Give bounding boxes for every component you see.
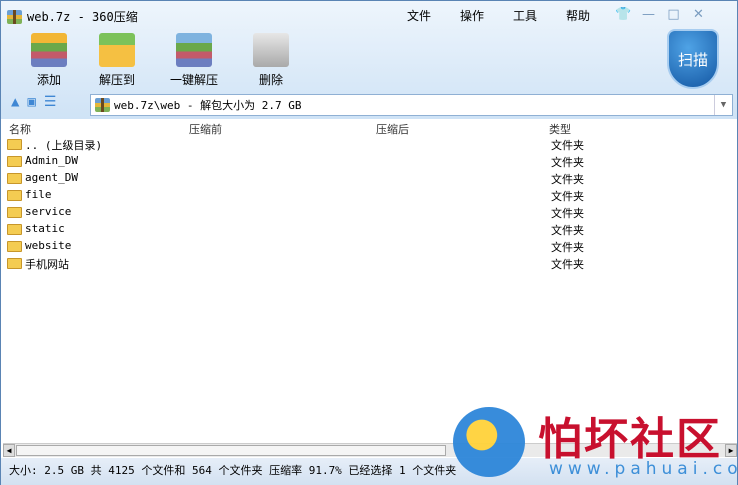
- list-item[interactable]: service 文件夹: [1, 204, 737, 221]
- item-name: .. (上级目录): [25, 139, 103, 152]
- menu-file[interactable]: 文件: [407, 7, 431, 24]
- file-list: .. (上级目录) 文件夹 Admin_DW 文件夹 agent_DW 文件夹 fil…: [1, 136, 737, 272]
- header-area: web.7z - 360压缩 文件 操作 工具 帮助 👕 — □ ✕ 添加 解压…: [1, 1, 737, 119]
- status-text: 大小: 2.5 GB 共 4125 个文件和 564 个文件夹 压缩率 91.7…: [9, 464, 457, 477]
- col-before[interactable]: 压缩前: [189, 121, 222, 137]
- col-after[interactable]: 压缩后: [376, 121, 409, 137]
- item-type: 文件夹: [551, 224, 584, 237]
- scan-label: 扫描: [677, 50, 708, 69]
- column-header: 名称 压缩前 压缩后 类型: [1, 120, 737, 136]
- item-type: 文件夹: [551, 156, 584, 169]
- horizontal-scrollbar[interactable]: ◀ ▶: [3, 443, 737, 457]
- col-name[interactable]: 名称: [9, 121, 31, 137]
- one-click-extract-icon: [176, 33, 212, 67]
- item-name: service: [25, 205, 72, 218]
- folder-icon: [7, 258, 22, 269]
- col-type[interactable]: 类型: [549, 121, 571, 137]
- list-item[interactable]: website 文件夹: [1, 238, 737, 255]
- scrollbar-thumb[interactable]: [16, 445, 446, 456]
- app-window: web.7z - 360压缩 文件 操作 工具 帮助 👕 — □ ✕ 添加 解压…: [0, 0, 738, 485]
- item-type: 文件夹: [551, 241, 584, 254]
- minimize-button[interactable]: —: [636, 5, 661, 23]
- window-title: web.7z - 360压缩: [27, 10, 138, 24]
- item-type: 文件夹: [551, 173, 584, 186]
- list-item[interactable]: .. (上级目录) 文件夹: [1, 136, 737, 153]
- folder-icon: [7, 156, 22, 167]
- folder-icon: [7, 207, 22, 218]
- extract-to-label: 解压到: [98, 73, 135, 87]
- delete-label: 删除: [258, 73, 283, 87]
- list-view-icon[interactable]: ☰: [44, 94, 57, 110]
- one-click-extract-label: 一键解压: [169, 73, 218, 87]
- list-item[interactable]: agent_DW 文件夹: [1, 170, 737, 187]
- one-click-extract-button[interactable]: 一键解压: [151, 33, 237, 88]
- folder-icon: [7, 190, 22, 201]
- item-name: file: [25, 188, 52, 201]
- item-type: 文件夹: [551, 207, 584, 220]
- title-bar: web.7z - 360压缩: [7, 8, 138, 25]
- folder-icon: [7, 241, 22, 252]
- menu-operate[interactable]: 操作: [460, 7, 484, 24]
- address-bar[interactable]: web.7z\web - 解包大小为 2.7 GB ▼: [90, 94, 733, 116]
- trash-icon: [253, 33, 289, 67]
- menu-bar: 文件 操作 工具 帮助: [407, 7, 590, 24]
- close-button[interactable]: ✕: [686, 5, 711, 23]
- list-item[interactable]: Admin_DW 文件夹: [1, 153, 737, 170]
- address-value: web.7z\web - 解包大小为 2.7 GB: [114, 99, 302, 112]
- item-type: 文件夹: [551, 190, 584, 203]
- item-name: 手机网站: [25, 258, 69, 271]
- item-name: agent_DW: [25, 171, 78, 184]
- thumbnail-view-icon[interactable]: ▣: [27, 94, 35, 110]
- archive-icon: [7, 9, 22, 24]
- folder-icon: [7, 173, 22, 184]
- item-name: Admin_DW: [25, 154, 78, 167]
- menu-help[interactable]: 帮助: [566, 7, 590, 24]
- status-bar: 大小: 2.5 GB 共 4125 个文件和 564 个文件夹 压缩率 91.7…: [1, 458, 737, 485]
- up-arrow-icon[interactable]: ▲: [11, 94, 19, 110]
- folder-icon: [7, 139, 22, 150]
- scroll-left-icon[interactable]: ◀: [3, 444, 15, 457]
- toolbar: 添加 解压到 一键解压 删除: [15, 33, 305, 88]
- delete-button[interactable]: 删除: [237, 33, 305, 88]
- scroll-right-icon[interactable]: ▶: [725, 444, 737, 457]
- add-archive-icon: [31, 33, 67, 67]
- archive-icon: [95, 98, 110, 112]
- window-controls: 👕 — □ ✕: [611, 5, 711, 23]
- item-name: website: [25, 239, 72, 252]
- add-label: 添加: [36, 73, 61, 87]
- item-type: 文件夹: [551, 258, 584, 271]
- menu-tools[interactable]: 工具: [513, 7, 537, 24]
- add-button[interactable]: 添加: [15, 33, 83, 88]
- folder-icon: [7, 224, 22, 235]
- skin-icon[interactable]: 👕: [611, 5, 636, 23]
- extract-to-icon: [99, 33, 135, 67]
- list-item[interactable]: 手机网站 文件夹: [1, 255, 737, 272]
- list-item[interactable]: static 文件夹: [1, 221, 737, 238]
- list-item[interactable]: file 文件夹: [1, 187, 737, 204]
- maximize-button[interactable]: □: [661, 5, 686, 23]
- chevron-down-icon[interactable]: ▼: [714, 95, 732, 115]
- item-name: static: [25, 222, 65, 235]
- item-type: 文件夹: [551, 139, 584, 152]
- nav-buttons: ▲ ▣ ☰: [11, 94, 56, 110]
- scan-button[interactable]: 扫描: [667, 29, 719, 89]
- extract-to-button[interactable]: 解压到: [83, 33, 151, 88]
